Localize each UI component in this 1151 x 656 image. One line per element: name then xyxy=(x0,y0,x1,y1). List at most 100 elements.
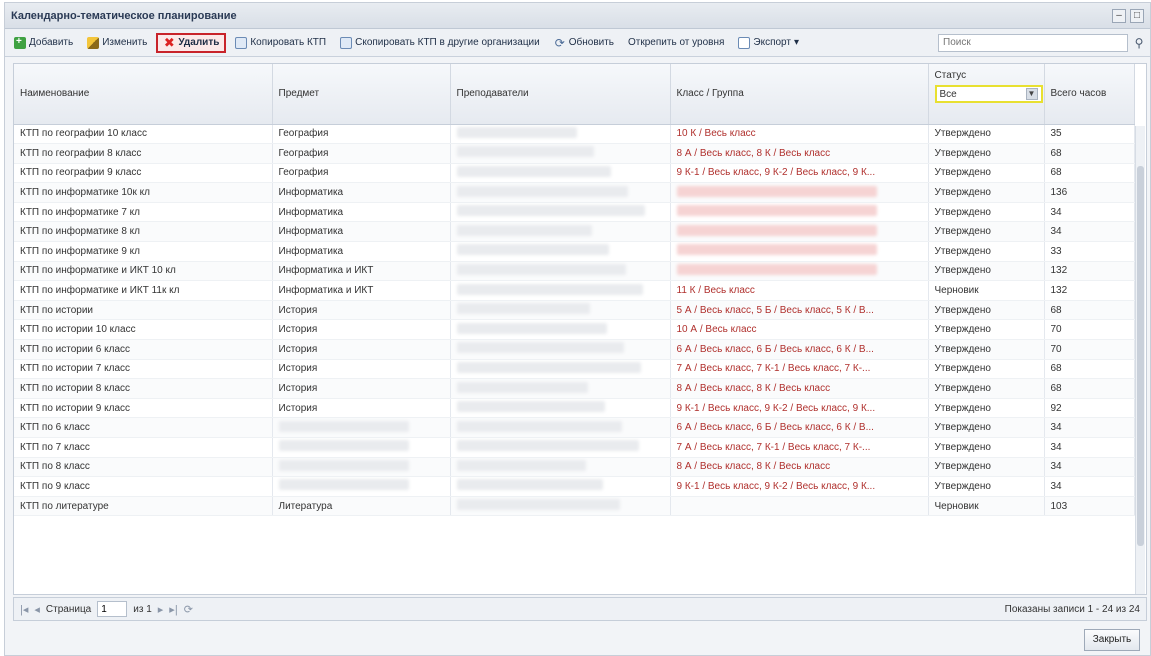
table-row[interactable]: КТП по истории 6 класс История 6 А / Весь … xyxy=(14,339,1135,360)
cell-subject: Информатика и ИКТ xyxy=(272,280,451,301)
table-row[interactable]: КТП по истории 9 класс История 9 К-1 / Вес… xyxy=(14,398,1135,419)
table-row[interactable]: КТП по информатике 9 кл Информатика Утверж… xyxy=(14,241,1135,262)
redacted-class xyxy=(676,244,877,256)
search-input[interactable] xyxy=(938,33,1128,52)
cell-teachers xyxy=(450,496,671,517)
table-row[interactable]: КТП по информатике и ИКТ 11к кл Информати… xyxy=(14,280,1135,301)
cell-name: КТП по географии 9 класс xyxy=(14,163,273,184)
table-row[interactable]: КТП по географии 9 класс География 9 К-1 /… xyxy=(14,163,1135,184)
cell-subject: История xyxy=(272,319,451,341)
cell-subject xyxy=(272,457,451,478)
table-row[interactable]: КТП по литературе Литература Черновик 103 xyxy=(14,496,1135,517)
cell-hours: 35 xyxy=(1044,124,1135,145)
table-row[interactable]: КТП по географии 10 класс География 10 К /… xyxy=(14,124,1135,145)
cell-status: Черновик xyxy=(928,496,1045,517)
table-row[interactable]: КТП по истории 10 класс История 10 А / Вес… xyxy=(14,319,1135,341)
redacted-teacher xyxy=(456,146,594,158)
add-button[interactable]: Добавить xyxy=(9,34,78,52)
cell-hours: 34 xyxy=(1044,476,1135,497)
detach-button[interactable]: Открепить от уровня xyxy=(623,34,729,51)
table-row[interactable]: КТП по 8 класс 8 А / Весь класс, 8 К / Ве… xyxy=(14,457,1135,478)
cell-name: КТП по истории 6 класс xyxy=(14,339,273,360)
next-page-icon[interactable]: ▸ xyxy=(158,603,164,616)
search-box: ⚲ xyxy=(938,33,1146,52)
cell-hours: 34 xyxy=(1044,437,1135,458)
table-row[interactable]: КТП по информатике и ИКТ 10 кл Информатик… xyxy=(14,261,1135,282)
table-row[interactable]: КТП по истории 7 класс История 7 А / Весь … xyxy=(14,359,1135,380)
status-header-label[interactable]: Статус xyxy=(935,70,1038,81)
cell-class: 9 К-1 / Весь класс, 9 К-2 / Весь класс, … xyxy=(670,398,929,419)
window-controls: – □ xyxy=(1112,8,1144,23)
delete-button[interactable]: ✖ Удалить xyxy=(156,32,227,53)
vertical-scrollbar[interactable] xyxy=(1135,126,1145,594)
column-header-teachers[interactable]: Преподаватели xyxy=(450,64,671,125)
first-page-icon[interactable]: |◂ xyxy=(20,603,28,616)
table-row[interactable]: КТП по 9 класс 9 К-1 / Весь класс, 9 К-2 … xyxy=(14,476,1135,497)
cell-class: 6 А / Весь класс, 6 Б / Весь класс, 6 К … xyxy=(670,339,929,360)
cell-status: Утверждено xyxy=(928,163,1045,184)
edit-button[interactable]: Изменить xyxy=(82,34,152,52)
maximize-icon[interactable]: □ xyxy=(1130,8,1144,23)
cell-teachers xyxy=(450,300,671,321)
chevron-down-icon: ▾ xyxy=(793,37,800,48)
cell-hours: 34 xyxy=(1044,221,1135,243)
delete-label: Удалить xyxy=(178,37,220,48)
cell-class xyxy=(670,202,929,223)
cell-status: Утверждено xyxy=(928,221,1045,243)
table-row[interactable]: КТП по истории История 5 А / Весь класс, 5… xyxy=(14,300,1135,321)
column-header-subject[interactable]: Предмет xyxy=(272,64,451,125)
table-row[interactable]: КТП по истории 8 класс История 8 А / Весь … xyxy=(14,378,1135,399)
table-row[interactable]: КТП по 6 класс 6 А / Весь класс, 6 Б / Ве… xyxy=(14,417,1135,438)
column-header-hours[interactable]: Всего часов xyxy=(1044,64,1135,125)
cell-teachers xyxy=(450,182,671,203)
cell-class: 10 К / Весь класс xyxy=(670,124,929,145)
status-filter-select[interactable]: Все ▼ xyxy=(934,85,1043,103)
minimize-icon[interactable]: – xyxy=(1112,8,1126,23)
table-row[interactable]: КТП по информатике 10к кл Информатика Утве… xyxy=(14,182,1135,203)
cell-teachers xyxy=(450,163,671,184)
cell-status: Утверждено xyxy=(928,124,1045,145)
cell-subject: История xyxy=(272,378,451,399)
cell-teachers xyxy=(450,221,671,243)
redacted-class xyxy=(676,224,877,236)
dropdown-arrow-icon[interactable]: ▼ xyxy=(1025,88,1038,100)
table-row[interactable]: КТП по географии 8 класс География 8 А / В… xyxy=(14,143,1135,164)
cell-subject: География xyxy=(272,124,451,145)
page-input[interactable] xyxy=(97,601,128,617)
search-icon[interactable]: ⚲ xyxy=(1132,36,1146,50)
cell-class xyxy=(670,496,929,517)
cell-hours: 70 xyxy=(1044,319,1135,341)
redacted-teacher xyxy=(456,263,626,275)
cell-class: 7 А / Весь класс, 7 К-1 / Весь класс, 7 … xyxy=(670,437,929,458)
redacted-subject xyxy=(278,440,409,452)
cell-teachers xyxy=(450,417,671,438)
table-row[interactable]: КТП по информатике 8 кл Информатика Утверж… xyxy=(14,221,1135,243)
ktp-grid: Наименование Предмет Преподаватели Класс… xyxy=(13,63,1147,595)
refresh-icon: ⟳ xyxy=(554,35,565,50)
cell-hours: 34 xyxy=(1044,202,1135,223)
cell-hours: 34 xyxy=(1044,457,1135,478)
cell-class: 8 А / Весь класс, 8 К / Весь класс xyxy=(670,378,929,399)
table-row[interactable]: КТП по 7 класс 7 А / Весь класс, 7 К-1 / … xyxy=(14,437,1135,458)
refresh-page-icon[interactable]: ⟳ xyxy=(184,603,193,616)
close-button[interactable]: Закрыть xyxy=(1084,629,1140,651)
table-row[interactable]: КТП по информатике 7 кл Информатика Утверж… xyxy=(14,202,1135,223)
copy-ktp-other-button[interactable]: Скопировать КТП в другие организации xyxy=(335,34,545,52)
column-header-name[interactable]: Наименование xyxy=(14,64,273,125)
pager: |◂ ◂ Страница из 1 ▸ ▸| ⟳ Показаны запис… xyxy=(13,597,1147,621)
prev-page-icon[interactable]: ◂ xyxy=(34,603,40,616)
scrollbar-thumb[interactable] xyxy=(1137,166,1144,546)
column-header-class[interactable]: Класс / Группа xyxy=(670,64,929,125)
cell-status: Утверждено xyxy=(928,457,1045,478)
cell-status: Утверждено xyxy=(928,476,1045,497)
cell-subject: История xyxy=(272,300,451,321)
redacted-teacher xyxy=(456,499,620,511)
cell-status: Утверждено xyxy=(928,339,1045,360)
cell-name: КТП по 8 класс xyxy=(14,457,273,478)
cell-status: Утверждено xyxy=(928,319,1045,341)
copy-ktp-button[interactable]: Копировать КТП xyxy=(230,34,331,52)
refresh-button[interactable]: ⟳ Обновить xyxy=(549,34,619,52)
export-button[interactable]: Экспорт ▾ xyxy=(733,34,804,52)
last-page-icon[interactable]: ▸| xyxy=(169,603,177,616)
cell-hours: 92 xyxy=(1044,398,1135,419)
